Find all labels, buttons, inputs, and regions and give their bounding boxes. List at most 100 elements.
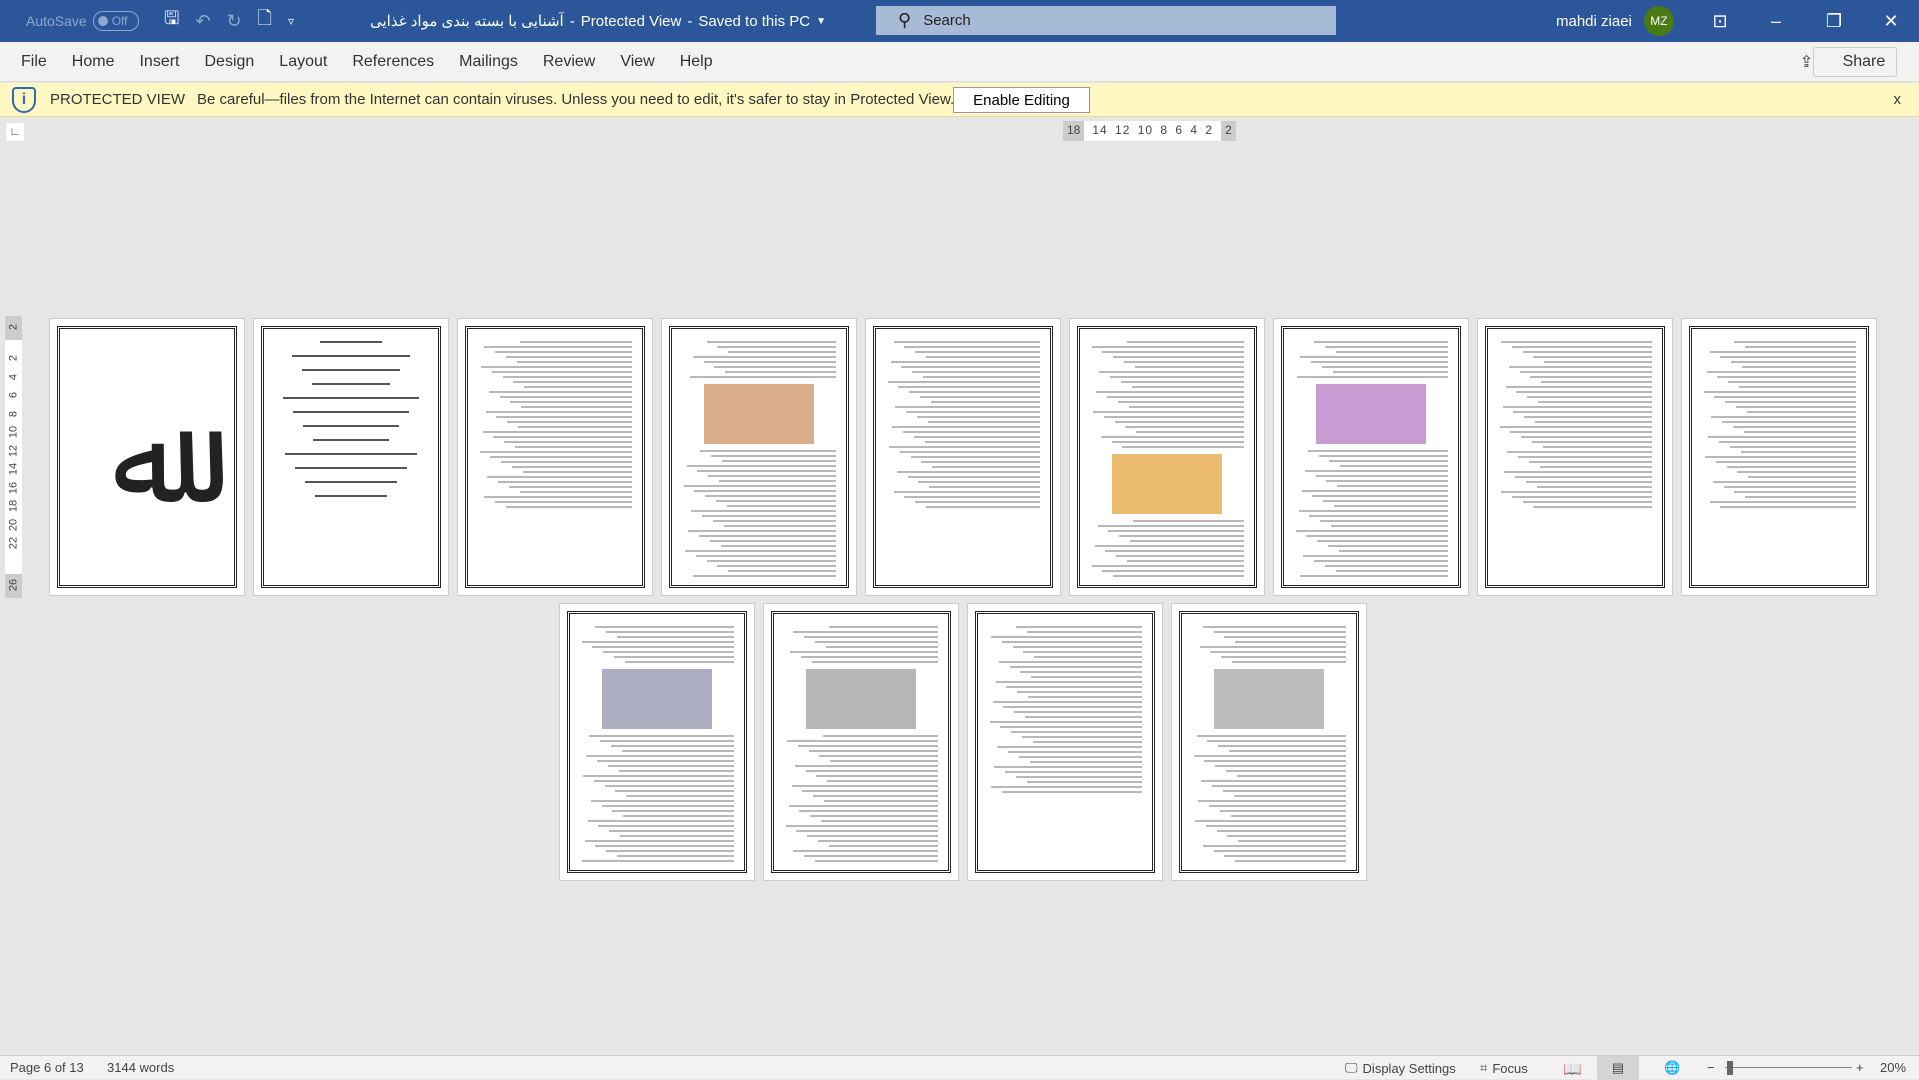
text-line <box>1230 815 1346 817</box>
page-thumbnail-4[interactable] <box>661 318 857 596</box>
tab-review[interactable]: Review <box>543 53 595 71</box>
save-icon[interactable]: 🖫 <box>164 6 179 36</box>
zoom-slider[interactable] <box>1725 1067 1852 1068</box>
autosave-toggle[interactable]: AutoSave Off <box>26 0 139 42</box>
minimize-icon[interactable]: – <box>1748 0 1804 42</box>
customize-toolbar-icon[interactable]: ▿ <box>288 14 294 28</box>
redo-icon[interactable]: ↻ <box>226 11 241 32</box>
text-line <box>598 825 734 827</box>
text-line <box>1533 506 1652 508</box>
display-settings-button[interactable]: 🖵 Display Settings <box>1345 1060 1456 1076</box>
print-layout-icon[interactable]: ▤ <box>1597 1056 1639 1080</box>
text-line <box>1717 376 1856 378</box>
text-line <box>1117 401 1244 403</box>
vertical-ruler[interactable]: 2 26 2 4 6 8 10 12 14 16 18 20 22 <box>5 316 22 598</box>
tab-design[interactable]: Design <box>204 53 254 71</box>
page-thumbnail-2[interactable] <box>253 318 449 596</box>
tab-help[interactable]: Help <box>680 53 713 71</box>
ruler-label: 6 <box>7 391 20 399</box>
display-settings-icon: 🖵 <box>1345 1060 1358 1075</box>
text-line <box>1715 461 1856 463</box>
text-line <box>995 681 1142 683</box>
zoom-out-button[interactable]: − <box>1707 1060 1715 1075</box>
text-line <box>822 735 938 737</box>
text-line <box>479 451 632 453</box>
focus-button[interactable]: ⌗ Focus <box>1480 1060 1528 1076</box>
text-line <box>1235 860 1346 862</box>
text-line <box>1338 550 1448 552</box>
text-line <box>1133 520 1244 522</box>
user-name[interactable]: mahdi ziaei <box>1556 13 1632 30</box>
text-line <box>487 476 632 478</box>
page-thumbnail-13[interactable] <box>1171 603 1367 881</box>
text-line <box>717 346 836 348</box>
text-line <box>1530 376 1652 378</box>
page-thumbnail-9[interactable] <box>1681 318 1877 596</box>
text-line <box>1743 431 1856 433</box>
tab-home[interactable]: Home <box>72 53 115 71</box>
tab-layout[interactable]: Layout <box>279 53 327 71</box>
page-thumbnail-7[interactable] <box>1273 318 1469 596</box>
text-line <box>1714 396 1856 398</box>
zoom-slider-thumb[interactable] <box>1727 1061 1733 1075</box>
text-line <box>1024 716 1142 718</box>
text-line <box>1003 706 1142 708</box>
new-document-icon[interactable]: 🗋 <box>258 6 272 36</box>
text-line <box>796 830 938 832</box>
tab-view[interactable]: View <box>620 53 654 71</box>
zoom-in-button[interactable]: + <box>1856 1060 1864 1075</box>
tab-references[interactable]: References <box>352 53 434 71</box>
text-line <box>1300 356 1448 358</box>
text-line <box>1705 456 1856 458</box>
text-line <box>621 750 734 752</box>
view-mode: Protected View <box>580 12 682 30</box>
tab-file[interactable]: File <box>21 53 47 71</box>
text-line <box>797 745 938 747</box>
zoom-level[interactable]: 20% <box>1880 1060 1906 1075</box>
text-line <box>1521 436 1652 438</box>
share-button[interactable]: ⇪ Share <box>1800 47 1897 77</box>
horizontal-ruler[interactable]: 18 14 12 10 8 6 4 2 2 <box>1063 121 1236 141</box>
avatar[interactable]: MZ <box>1643 6 1674 36</box>
text-line <box>1015 776 1142 778</box>
text-line <box>1205 825 1346 827</box>
text-line <box>728 351 836 353</box>
document-title[interactable]: آشنایی با بسته بندی مواد غذایی - Protect… <box>370 0 826 42</box>
web-layout-icon[interactable]: 🌐 <box>1664 1060 1680 1076</box>
page-indicator[interactable]: Page 6 of 13 <box>10 1060 84 1075</box>
close-icon[interactable]: ✕ <box>1863 0 1919 42</box>
ruler-label: 22 <box>7 536 20 550</box>
text-line <box>1329 460 1448 462</box>
text-line <box>683 485 836 487</box>
restore-icon[interactable]: ❐ <box>1806 0 1862 42</box>
close-bar-button[interactable]: x <box>1894 91 1902 108</box>
text-line <box>1021 736 1142 738</box>
text-line <box>1334 505 1448 507</box>
text-line <box>1113 575 1244 577</box>
page-thumbnail-12[interactable] <box>967 603 1163 881</box>
enable-editing-button[interactable]: Enable Editing <box>953 87 1090 113</box>
search-box[interactable]: ⚲ Search <box>876 6 1336 35</box>
tab-insert[interactable]: Insert <box>139 53 179 71</box>
text-line <box>584 840 734 842</box>
read-mode-icon[interactable]: 📖 <box>1563 1060 1582 1078</box>
word-count[interactable]: 3144 words <box>107 1060 174 1075</box>
ribbon-display-icon[interactable]: ⊡ <box>1692 0 1748 42</box>
text-line <box>1020 671 1142 673</box>
page-thumbnail-5[interactable] <box>865 318 1061 596</box>
tab-mailings[interactable]: Mailings <box>459 53 518 71</box>
page-thumbnail-11[interactable] <box>763 603 959 881</box>
page-thumbnail-8[interactable] <box>1477 318 1673 596</box>
text-line <box>1312 495 1448 497</box>
text-line <box>698 535 836 537</box>
page-thumbnail-1[interactable]: ﷲ <box>49 318 245 596</box>
page-thumbnail-10[interactable] <box>559 603 755 881</box>
search-placeholder: Search <box>923 12 971 29</box>
tab-selector[interactable]: ∟ <box>6 123 24 141</box>
text-line <box>521 406 632 408</box>
undo-icon[interactable]: ↶ <box>195 11 210 32</box>
text-line <box>893 491 1040 493</box>
text-line <box>1735 406 1856 408</box>
page-thumbnail-6[interactable] <box>1069 318 1265 596</box>
page-thumbnail-3[interactable] <box>457 318 653 596</box>
